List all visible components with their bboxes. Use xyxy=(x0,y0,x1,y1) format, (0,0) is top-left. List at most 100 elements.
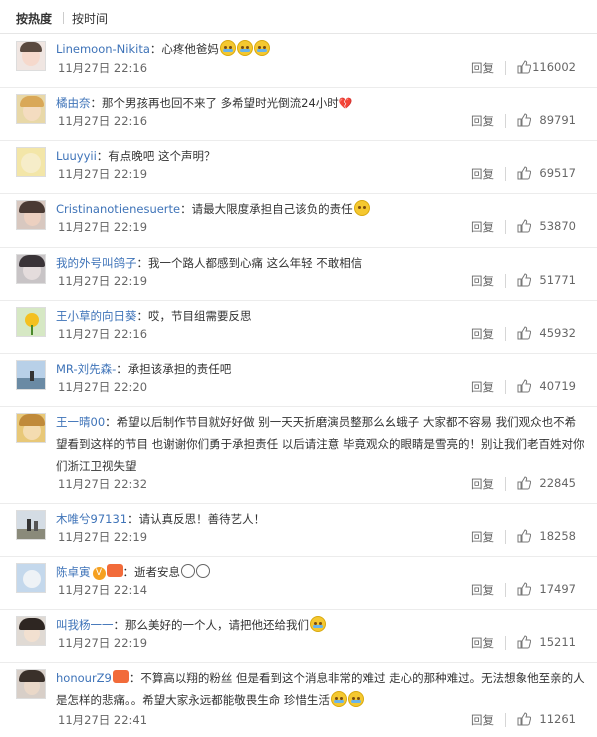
like-count: 40719 xyxy=(539,379,576,393)
avatar[interactable] xyxy=(16,254,46,284)
comment-username[interactable]: 我的外号叫鸽子 xyxy=(56,256,137,270)
crying-emoji-icon xyxy=(330,691,347,707)
action-divider xyxy=(505,167,506,181)
comment-username[interactable]: Linemoon-Nikita xyxy=(56,42,150,56)
avatar[interactable] xyxy=(16,360,46,390)
comment-date: 11月27日 22:16 xyxy=(58,114,148,128)
comment-text: ：有点晚吧 这个声明？ xyxy=(96,149,216,163)
reply-button[interactable]: 回复 xyxy=(471,326,494,342)
thumbs-up-icon[interactable] xyxy=(517,712,531,726)
avatar[interactable] xyxy=(16,200,46,230)
reply-button[interactable]: 回复 xyxy=(471,582,494,598)
comment-date: 11月27日 22:19 xyxy=(58,274,148,288)
comment-text: ：我一个路人都感到心痛 这么年轻 不敢相信 xyxy=(136,256,363,270)
thumbs-up-icon[interactable] xyxy=(517,379,531,393)
avatar[interactable] xyxy=(16,669,46,699)
action-divider xyxy=(505,220,506,234)
comment-content: 王一晴00：希望以后制作节目就好好做 别一天天折磨演员整那么幺蛾子 大家都不容易… xyxy=(56,411,587,477)
thumbs-up-icon[interactable] xyxy=(517,529,531,543)
comment-text: ：心疼他爸妈 xyxy=(149,42,219,56)
comment-content: 橘由奈：那个男孩再也回不来了 多希望时光倒流24小时💔 xyxy=(56,92,587,115)
comment-text: ：哎，节目组需要反思 xyxy=(136,309,252,323)
sort-bar: 按热度 按时间 xyxy=(0,0,597,34)
crying-emoji-icon xyxy=(310,616,326,632)
comment-username[interactable]: 王小草的向日葵 xyxy=(56,309,137,323)
action-divider xyxy=(505,61,506,75)
reply-button[interactable]: 回复 xyxy=(471,635,494,651)
comment-date: 11月27日 22:32 xyxy=(58,477,148,491)
comment-text: ：不算高以翔的粉丝 但是看到这个消息非常的难过 走心的那种难过。无法想象他至亲的… xyxy=(56,671,585,707)
reply-button[interactable]: 回复 xyxy=(471,113,494,129)
like-count: 53870 xyxy=(539,219,576,233)
action-divider xyxy=(505,327,506,341)
thumbs-up-icon[interactable] xyxy=(517,635,531,649)
comment-content: 王小草的向日葵：哎，节目组需要反思 xyxy=(56,305,587,327)
reply-button[interactable]: 回复 xyxy=(471,166,494,182)
comment-row: Linemoon-Nikita：心疼他爸妈 11月27日 22:16 回复 11… xyxy=(0,34,597,88)
comment-text: ：请认真反思！善待艺人！ xyxy=(127,512,266,526)
comment-text: ：那么美好的一个人，请把他还给我们 xyxy=(113,618,310,632)
comment-content: Linemoon-Nikita：心疼他爸妈 xyxy=(56,38,587,60)
avatar[interactable] xyxy=(16,413,46,443)
comment-username[interactable]: honourZ9 xyxy=(56,671,112,685)
thumbs-up-icon[interactable] xyxy=(517,60,531,74)
avatar[interactable] xyxy=(16,147,46,177)
thumbs-up-icon[interactable] xyxy=(517,326,531,340)
action-divider xyxy=(505,274,506,288)
like-count: 18258 xyxy=(539,529,576,543)
thumbs-up-icon[interactable] xyxy=(517,273,531,287)
avatar[interactable] xyxy=(16,94,46,124)
comment-row: Luuyyii：有点晚吧 这个声明？ 11月27日 22:19 回复 69517 xyxy=(0,141,597,194)
crying-emoji-icon xyxy=(236,40,253,56)
reply-button[interactable]: 回复 xyxy=(471,273,494,289)
broken-heart-icon: 💔 xyxy=(338,97,353,110)
thumbs-up-icon[interactable] xyxy=(517,219,531,233)
avatar[interactable] xyxy=(16,307,46,337)
sort-by-time-tab[interactable]: 按时间 xyxy=(72,10,108,27)
action-divider xyxy=(505,477,506,491)
comment-username[interactable]: MR-刘先森- xyxy=(56,362,116,376)
reply-button[interactable]: 回复 xyxy=(471,379,494,395)
reply-button[interactable]: 回复 xyxy=(471,712,494,728)
comment-username[interactable]: Cristinanotienesuerte xyxy=(56,202,180,216)
thumbs-up-icon[interactable] xyxy=(517,582,531,596)
crying-emoji-icon xyxy=(253,40,270,56)
comment-content: 我的外号叫鸽子：我一个路人都感到心痛 这么年轻 不敢相信 xyxy=(56,252,587,274)
like-count: 15211 xyxy=(539,635,576,649)
comment-row: MR-刘先森-：承担该承担的责任吧 11月27日 22:20 回复 40719 xyxy=(0,354,597,407)
reply-button[interactable]: 回复 xyxy=(471,476,494,492)
comment-text: ：请最大限度承担自己该负的责任 xyxy=(180,202,353,216)
comment-username[interactable]: 橘由奈 xyxy=(56,96,91,110)
comment-date: 11月27日 22:20 xyxy=(58,380,148,394)
comment-username[interactable]: Luuyyii xyxy=(56,149,97,163)
avatar[interactable] xyxy=(16,41,46,71)
comment-row: 王一晴00：希望以后制作节目就好好做 别一天天折磨演员整那么幺蛾子 大家都不容易… xyxy=(0,407,597,504)
like-count: 11261 xyxy=(539,712,576,726)
comment-username[interactable]: 陈卓寅 xyxy=(56,565,91,579)
thumbs-up-icon[interactable] xyxy=(517,113,531,127)
comment-date: 11月27日 22:19 xyxy=(58,167,148,181)
avatar[interactable] xyxy=(16,563,46,593)
comment-username[interactable]: 木唯兮97131 xyxy=(56,512,127,526)
reply-button[interactable]: 回复 xyxy=(471,60,494,76)
sad-face-icon xyxy=(181,564,195,578)
comment-content: MR-刘先森-：承担该承担的责任吧 xyxy=(56,358,587,380)
member-badge-icon xyxy=(112,670,129,683)
reply-button[interactable]: 回复 xyxy=(471,529,494,545)
comment-content: Luuyyii：有点晚吧 这个声明？ xyxy=(56,145,587,167)
avatar[interactable] xyxy=(16,616,46,646)
crying-emoji-icon xyxy=(219,40,236,56)
reply-button[interactable]: 回复 xyxy=(471,219,494,235)
comment-row: 木唯兮97131：请认真反思！善待艺人！ 11月27日 22:19 回复 182… xyxy=(0,504,597,557)
comment-username[interactable]: 王一晴00 xyxy=(56,415,105,429)
thumbs-up-icon[interactable] xyxy=(517,166,531,180)
comment-row: honourZ9 ：不算高以翔的粉丝 但是看到这个消息非常的难过 走心的那种难过。… xyxy=(0,663,597,737)
action-divider xyxy=(505,636,506,650)
thumbs-up-icon[interactable] xyxy=(517,476,531,490)
sort-by-hot-tab[interactable]: 按热度 xyxy=(16,10,52,27)
comment-username[interactable]: 叫我杨一一 xyxy=(56,618,114,632)
comment-row: 陈卓寅 V ：逝者安息 11月27日 22:14 回复 17497 xyxy=(0,557,597,610)
comment-text: ：承担该承担的责任吧 xyxy=(116,362,232,376)
avatar[interactable] xyxy=(16,510,46,540)
action-divider xyxy=(505,380,506,394)
